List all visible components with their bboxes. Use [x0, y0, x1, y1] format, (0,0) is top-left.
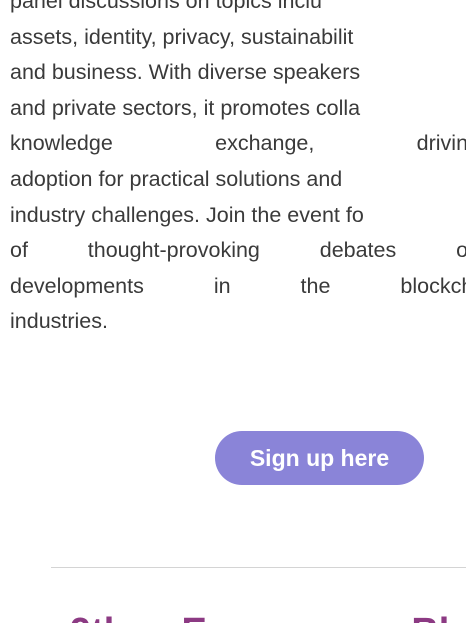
event-description: panel discussions on topics inclu assets… — [10, 0, 466, 340]
description-line: developments in the blockchain — [10, 273, 466, 298]
description-line: of thought-provoking debates on — [10, 238, 466, 263]
description-line: panel discussions on topics inclu — [10, 0, 322, 13]
description-line: knowledge exchange, driving — [10, 131, 466, 156]
description-line: and business. With diverse speakers — [10, 60, 361, 85]
description-line: assets, identity, privacy, sustainabilit — [10, 24, 354, 49]
description-line: industries. — [10, 309, 108, 334]
next-event-heading: 9th European Blockch — [70, 612, 466, 623]
description-line: adoption for practical solutions and — [10, 166, 343, 191]
page-viewport: panel discussions on topics inclu assets… — [0, 0, 466, 623]
section-divider — [51, 567, 466, 568]
description-line: industry challenges. Join the event fo — [10, 202, 364, 227]
sign-up-button[interactable]: Sign up here — [215, 431, 424, 485]
description-line: and private sectors, it promotes colla — [10, 95, 361, 120]
